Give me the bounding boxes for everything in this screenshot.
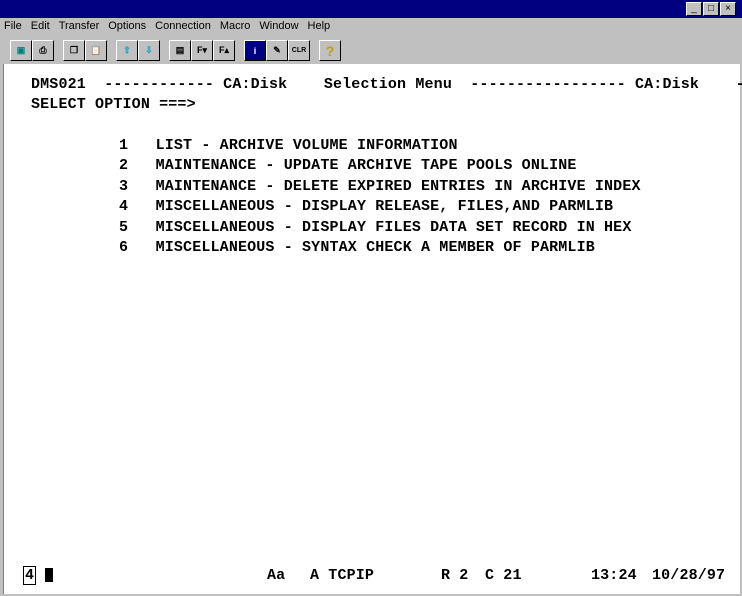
select-option-prompt: SELECT OPTION ===>	[31, 96, 196, 113]
toolbar: ▣ ⎙ ❐ 📋 ⇧ ⇩ ▤ F▾ F▴ i ✎ CLR ?	[10, 40, 341, 62]
menu-file[interactable]: File	[4, 20, 22, 36]
menu-connection[interactable]: Connection	[155, 20, 211, 36]
menu-option-5: 5 MISCELLANEOUS - DISPLAY FILES DATA SET…	[119, 219, 632, 236]
menu-macro[interactable]: Macro	[220, 20, 251, 36]
palette-icon[interactable]: ▤	[169, 40, 191, 61]
menu-help[interactable]: Help	[308, 20, 331, 36]
clear-icon[interactable]: CLR	[288, 40, 310, 61]
menu-option-6: 6 MISCELLANEOUS - SYNTAX CHECK A MEMBER …	[119, 239, 595, 256]
menu-options[interactable]: Options	[108, 20, 146, 36]
menu-window[interactable]: Window	[259, 20, 298, 36]
row-indicator: R 2	[441, 567, 469, 584]
menu-bar: File Edit Transfer Options Connection Ma…	[4, 20, 339, 36]
menu-option-3: 3 MAINTENANCE - DELETE EXPIRED ENTRIES I…	[119, 178, 641, 195]
send-file-icon[interactable]: ⇧	[116, 40, 138, 61]
title-bar: _ □ ×	[0, 0, 742, 18]
session-indicator: 4	[23, 566, 54, 585]
receive-file-icon[interactable]: ⇩	[138, 40, 160, 61]
terminal-screen[interactable]: DMS021 ------------ CA:Disk Selection Me…	[3, 64, 742, 594]
help-icon[interactable]: ?	[319, 40, 341, 61]
case-indicator: Aa	[267, 567, 286, 584]
font-up-icon[interactable]: F▴	[213, 40, 235, 61]
cursor	[45, 568, 54, 583]
connection-status: A TCPIP	[310, 567, 375, 584]
time: 13:24	[591, 567, 637, 584]
font-down-icon[interactable]: F▾	[191, 40, 213, 61]
menu-transfer[interactable]: Transfer	[59, 20, 100, 36]
info-icon[interactable]: i	[244, 40, 266, 61]
display-icon[interactable]: ▣	[10, 40, 32, 61]
close-button[interactable]: ×	[720, 2, 736, 16]
minimize-button[interactable]: _	[686, 2, 702, 16]
menu-edit[interactable]: Edit	[31, 20, 50, 36]
print-icon[interactable]: ⎙	[32, 40, 54, 61]
copy-icon[interactable]: ❐	[63, 40, 85, 61]
screen-header: DMS021 ------------ CA:Disk Selection Me…	[31, 76, 742, 93]
date: 10/28/97	[652, 567, 726, 584]
column-indicator: C 21	[485, 567, 522, 584]
menu-option-2: 2 MAINTENANCE - UPDATE ARCHIVE TAPE POOL…	[119, 157, 577, 174]
maximize-button[interactable]: □	[703, 2, 719, 16]
menu-option-1: 1 LIST - ARCHIVE VOLUME INFORMATION	[119, 137, 458, 154]
paste-icon[interactable]: 📋	[85, 40, 107, 61]
menu-option-4: 4 MISCELLANEOUS - DISPLAY RELEASE, FILES…	[119, 198, 614, 215]
edit-icon[interactable]: ✎	[266, 40, 288, 61]
